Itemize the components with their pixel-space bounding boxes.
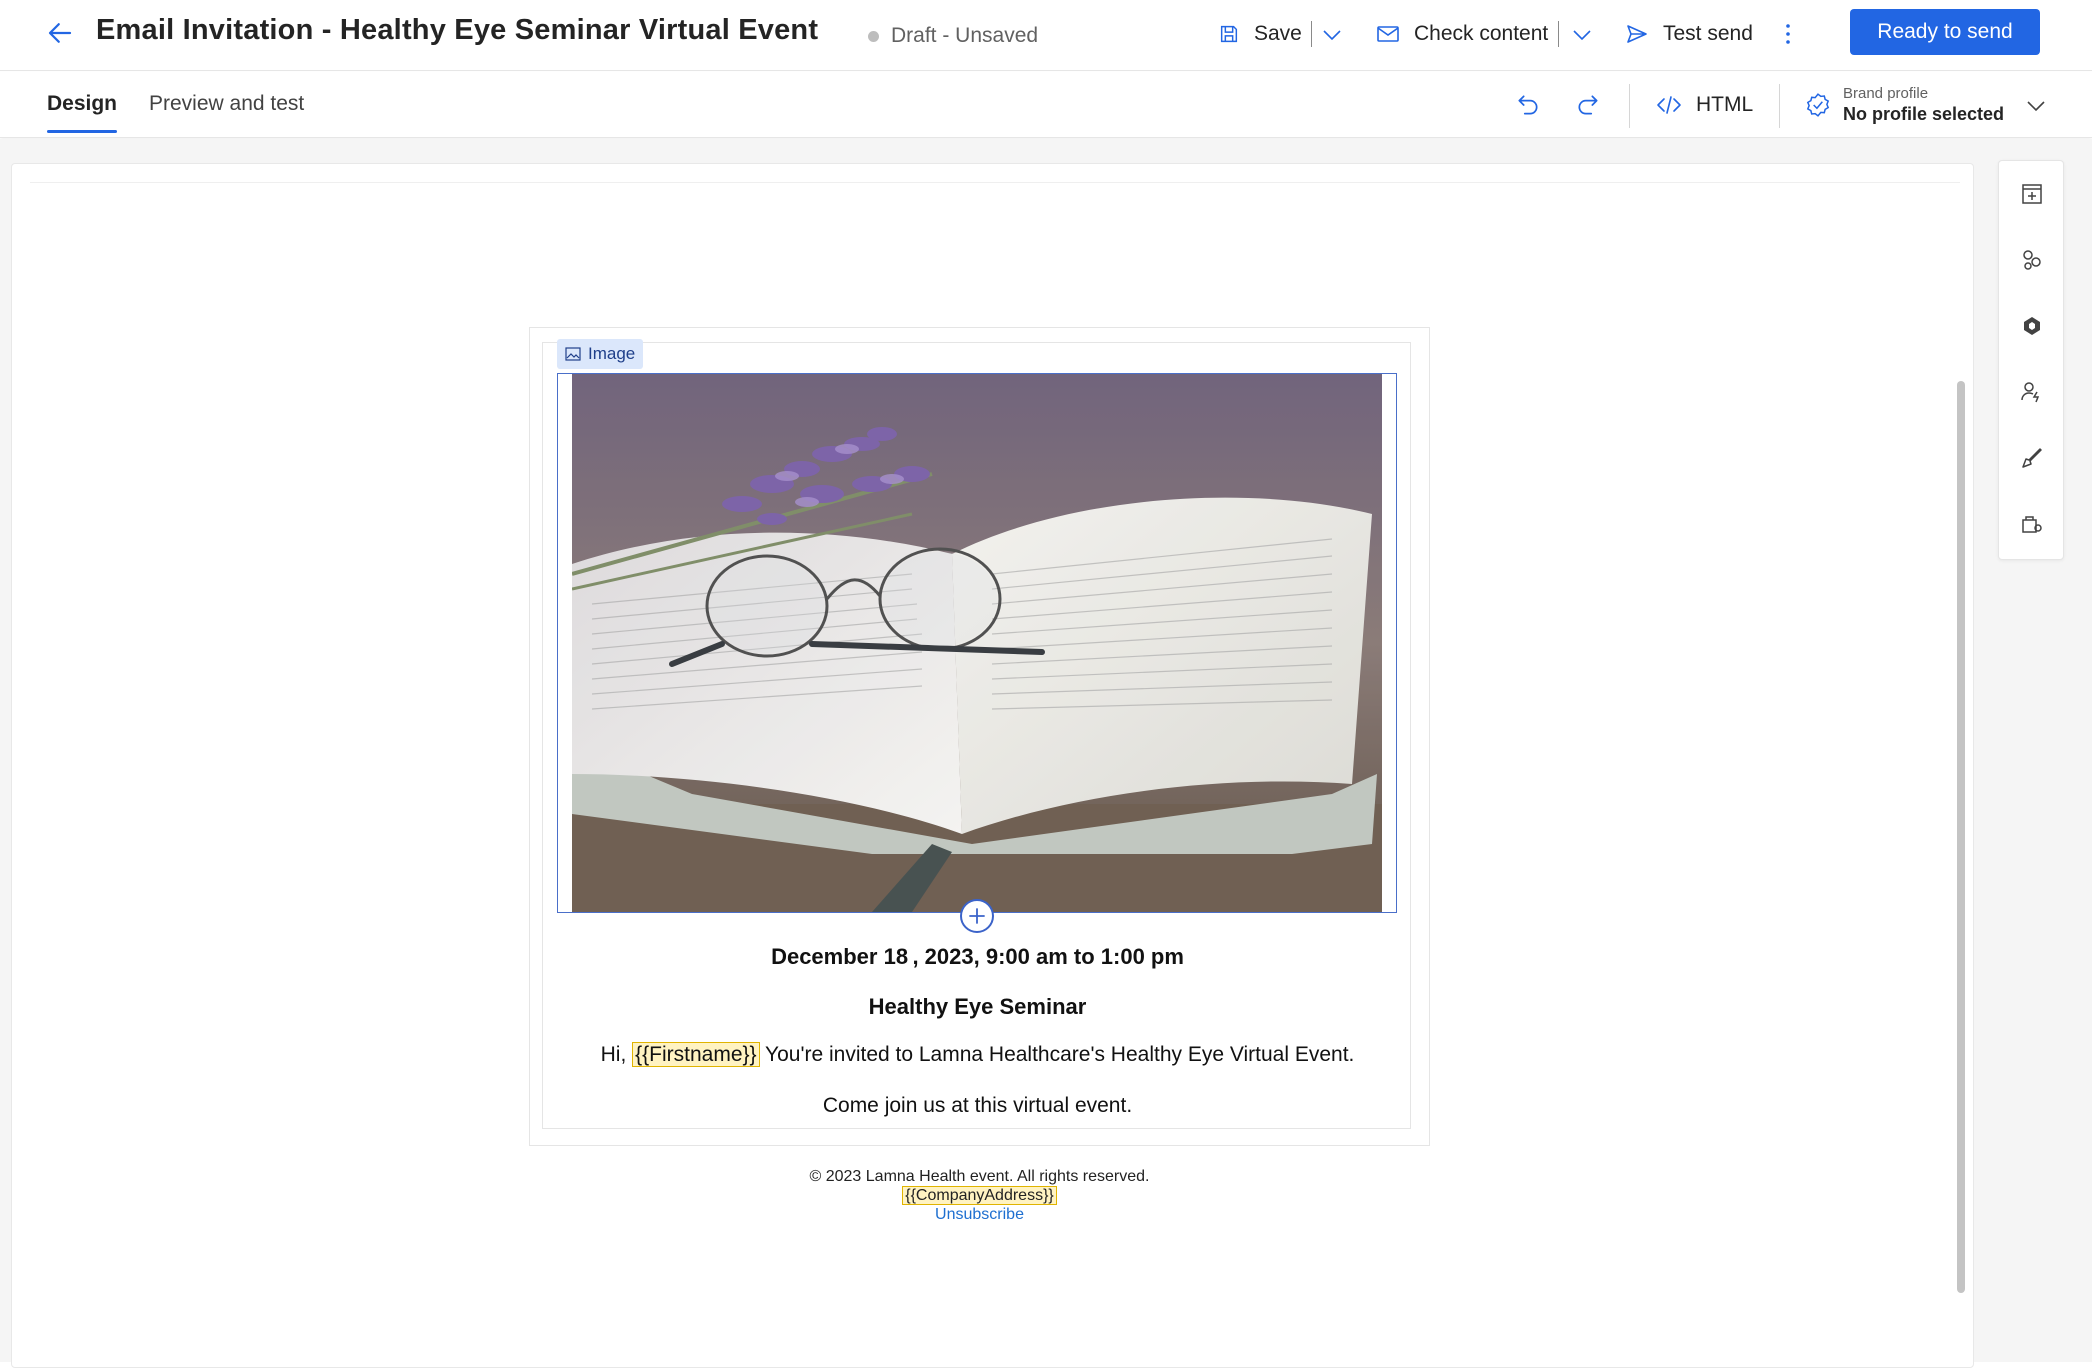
redo-button[interactable] (1575, 82, 1601, 128)
firstname-token[interactable]: {{Firstname}} (632, 1042, 760, 1067)
undo-icon (1518, 95, 1538, 115)
personalization-icon (2021, 382, 2040, 403)
canvas-scrollbar[interactable] (1957, 381, 1965, 1293)
add-element-button[interactable] (960, 899, 994, 933)
brand-profile-value: No profile selected (1843, 104, 2005, 124)
tab-design[interactable]: Design (47, 92, 118, 133)
image-element-tag[interactable]: Image (557, 339, 644, 369)
chevron-down-icon (2027, 101, 2045, 112)
check-content-options-button[interactable] (1570, 10, 1594, 58)
more-options-button[interactable] (1783, 10, 1793, 58)
more-vertical-icon (1786, 24, 1790, 44)
save-button[interactable]: Save (1218, 10, 1302, 58)
email-footer[interactable]: © 2023 Lamna Health event. All rights re… (529, 1167, 1430, 1224)
test-send-label: Test send (1663, 22, 1753, 45)
page-title: Email Invitation - Healthy Eye Seminar V… (96, 14, 819, 46)
check-content-label: Check content (1414, 22, 1549, 45)
html-label: HTML (1696, 93, 1754, 116)
event-headline[interactable]: Healthy Eye Seminar (543, 994, 1412, 1020)
plus-icon (969, 908, 985, 924)
invite-text[interactable]: Come join us at this virtual event. (543, 1094, 1412, 1118)
copilot-icon (2024, 317, 2040, 335)
status-text: Draft - Unsaved (891, 24, 1039, 47)
check-divider (1558, 21, 1559, 47)
assets-icon (2022, 516, 2042, 533)
toolbar-divider (1629, 84, 1630, 128)
draft-status: Draft - Unsaved (868, 24, 1038, 48)
unsubscribe-link[interactable]: Unsubscribe (935, 1206, 1024, 1223)
status-dot-icon (868, 30, 879, 42)
elements-icon (2023, 250, 2041, 270)
save-icon (1220, 25, 1238, 43)
chevron-down-icon (1323, 30, 1341, 41)
copilot-tool[interactable] (2016, 310, 2048, 342)
greeting-prefix: Hi, (600, 1043, 627, 1066)
brand-profile-label: Brand profile (1843, 85, 1929, 102)
save-label: Save (1254, 22, 1302, 45)
command-bar: Email Invitation - Healthy Eye Seminar V… (0, 0, 2092, 71)
code-icon (1657, 96, 1681, 114)
email-body[interactable]: Image December 18 , 2023, 9:00 am to 1:0… (529, 327, 1430, 1146)
image-tag-label: Image (588, 344, 636, 363)
brand-profile-text: Brand profile No profile selected (1843, 85, 2004, 125)
arrow-left-icon (48, 23, 72, 43)
content-section[interactable]: Image December 18 , 2023, 9:00 am to 1:0… (542, 339, 1412, 1129)
brush-icon (2022, 448, 2042, 468)
company-address-token[interactable]: {{CompanyAddress}} (902, 1186, 1057, 1205)
greeting-text[interactable]: Hi, {{Firstname}} You're invited to Lamn… (543, 1042, 1412, 1067)
test-send-button[interactable]: Test send (1625, 10, 1753, 58)
canvas-divider (30, 182, 1960, 183)
mail-check-icon (1377, 26, 1399, 42)
add-element-tool[interactable] (2016, 178, 2048, 210)
html-button[interactable]: HTML (1656, 82, 1753, 128)
greeting-suffix: You're invited to Lamna Healthcare's Hea… (765, 1043, 1355, 1066)
elements-tool[interactable] (2016, 244, 2048, 276)
tab-bar: Design Preview and test HTML Brand profi… (0, 72, 2092, 138)
add-element-icon (2022, 184, 2042, 204)
seminar-photo (572, 374, 1382, 912)
undo-button[interactable] (1515, 82, 1541, 128)
tab-preview-and-test[interactable]: Preview and test (149, 92, 304, 116)
send-icon (1627, 25, 1647, 43)
image-block[interactable] (557, 373, 1397, 933)
back-button[interactable] (40, 13, 80, 53)
assets-tool[interactable] (2016, 508, 2048, 540)
workspace: Image December 18 , 2023, 9:00 am to 1:0… (0, 139, 2092, 1368)
brand-badge-icon (1806, 93, 1830, 117)
brand-profile-selector[interactable]: Brand profile No profile selected (1805, 82, 2048, 128)
image-icon (565, 347, 581, 361)
save-options-button[interactable] (1320, 10, 1344, 58)
check-content-button[interactable]: Check content (1376, 10, 1548, 58)
personalization-tool[interactable] (2016, 376, 2048, 408)
event-date-line[interactable]: December 18 , 2023, 9:00 am to 1:00 pm (543, 944, 1412, 970)
save-divider (1311, 21, 1312, 47)
redo-icon (1578, 95, 1598, 115)
chevron-down-icon (1573, 30, 1591, 41)
footer-copyright: © 2023 Lamna Health event. All rights re… (809, 1168, 1150, 1185)
toolbar-divider (1779, 84, 1780, 128)
email-canvas: Image December 18 , 2023, 9:00 am to 1:0… (11, 163, 1974, 1368)
toolbox-panel (1998, 160, 2064, 560)
glasses-on-book-image (572, 374, 1382, 912)
styles-tool[interactable] (2016, 442, 2048, 474)
ready-to-send-button[interactable]: Ready to send (1850, 9, 2040, 55)
